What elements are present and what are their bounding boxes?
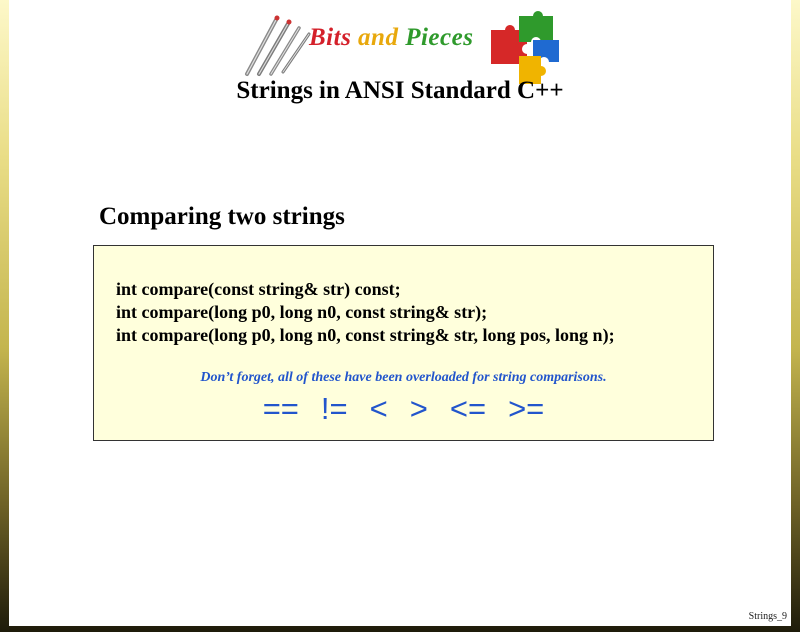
code-box: int compare(const string& str) const; in… [93,245,714,441]
operator-less: < [369,391,388,426]
operator-greater-equal: >= [508,391,545,426]
logo-word-and: and [358,24,399,51]
operator-greater: > [409,391,428,426]
code-line: int compare(long p0, long n0, const stri… [116,325,615,345]
operator-equal: == [262,391,299,426]
code-lines: int compare(const string& str) const; in… [116,278,615,347]
slide-number: Strings_9 [748,611,787,622]
operator-less-equal: <= [449,391,487,426]
operator-list: == != < > <= >= [94,391,713,427]
code-line: int compare(const string& str) const; [116,279,401,299]
logo-word-bits: Bits [309,24,352,51]
section-heading: Comparing two strings [99,203,345,230]
logo-text: Bits and Pieces [309,24,473,52]
overload-note: Don’t forget, all of these have been ove… [200,370,607,385]
logo-word-pieces: Pieces [405,24,474,51]
slide-title: Strings in ANSI Standard C++ [236,77,564,104]
slide: Bits and Pieces Strings in ANSI Standard… [9,0,791,626]
code-line: int compare(long p0, long n0, const stri… [116,302,488,322]
logo: Bits and Pieces [231,8,571,84]
operator-not-equal: != [320,391,348,426]
puzzle-pieces-icon [491,11,559,84]
